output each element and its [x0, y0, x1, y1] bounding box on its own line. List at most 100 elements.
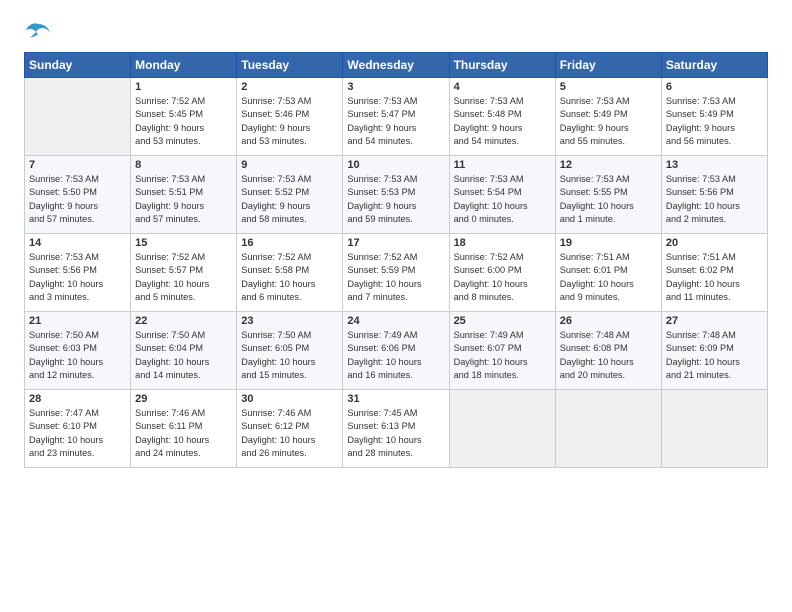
- calendar-cell: 7 Sunrise: 7:53 AMSunset: 5:50 PMDaylight…: [25, 156, 131, 234]
- calendar-cell: [555, 390, 661, 468]
- day-number: 4: [454, 81, 551, 93]
- day-info: Sunrise: 7:50 AMSunset: 6:03 PMDaylight:…: [29, 329, 126, 382]
- day-info: Sunrise: 7:51 AMSunset: 6:01 PMDaylight:…: [560, 251, 657, 304]
- day-number: 7: [29, 159, 126, 171]
- calendar-cell: 16 Sunrise: 7:52 AMSunset: 5:58 PMDayligh…: [237, 234, 343, 312]
- calendar-cell: 23 Sunrise: 7:50 AMSunset: 6:05 PMDayligh…: [237, 312, 343, 390]
- day-info: Sunrise: 7:48 AMSunset: 6:09 PMDaylight:…: [666, 329, 763, 382]
- day-number: 8: [135, 159, 232, 171]
- day-number: 24: [347, 315, 444, 327]
- header-day-tuesday: Tuesday: [237, 53, 343, 78]
- day-info: Sunrise: 7:49 AMSunset: 6:07 PMDaylight:…: [454, 329, 551, 382]
- calendar-cell: 5 Sunrise: 7:53 AMSunset: 5:49 PMDaylight…: [555, 78, 661, 156]
- calendar-cell: [25, 78, 131, 156]
- header-day-wednesday: Wednesday: [343, 53, 449, 78]
- day-info: Sunrise: 7:48 AMSunset: 6:08 PMDaylight:…: [560, 329, 657, 382]
- day-number: 29: [135, 393, 232, 405]
- calendar-cell: 9Sunrise: 7:53 AMSunset: 5:52 PMDaylight…: [237, 156, 343, 234]
- calendar-cell: 6Sunrise: 7:53 AMSunset: 5:49 PMDaylight…: [661, 78, 767, 156]
- calendar-header: SundayMondayTuesdayWednesdayThursdayFrid…: [25, 53, 768, 78]
- day-number: 14: [29, 237, 126, 249]
- calendar-cell: [449, 390, 555, 468]
- day-info: Sunrise: 7:53 AMSunset: 5:46 PMDaylight:…: [241, 95, 338, 148]
- header-day-sunday: Sunday: [25, 53, 131, 78]
- calendar-cell: 1 Sunrise: 7:52 AMSunset: 5:45 PMDaylight…: [131, 78, 237, 156]
- day-info: Sunrise: 7:52 AMSunset: 6:00 PMDaylight:…: [454, 251, 551, 304]
- logo: [24, 20, 56, 42]
- calendar-cell: 25 Sunrise: 7:49 AMSunset: 6:07 PMDayligh…: [449, 312, 555, 390]
- calendar-cell: 14 Sunrise: 7:53 AMSunset: 5:56 PMDayligh…: [25, 234, 131, 312]
- day-number: 13: [666, 159, 763, 171]
- day-number: 3: [347, 81, 444, 93]
- calendar-cell: 30 Sunrise: 7:46 AMSunset: 6:12 PMDayligh…: [237, 390, 343, 468]
- day-number: 2: [241, 81, 338, 93]
- logo-bird-icon: [24, 20, 52, 42]
- calendar-cell: 29 Sunrise: 7:46 AMSunset: 6:11 PMDayligh…: [131, 390, 237, 468]
- day-number: 26: [560, 315, 657, 327]
- day-number: 31: [347, 393, 444, 405]
- day-info: Sunrise: 7:53 AMSunset: 5:56 PMDaylight:…: [29, 251, 126, 304]
- calendar-table: SundayMondayTuesdayWednesdayThursdayFrid…: [24, 52, 768, 468]
- day-info: Sunrise: 7:53 AMSunset: 5:52 PMDaylight:…: [241, 173, 338, 226]
- day-info: Sunrise: 7:52 AMSunset: 5:57 PMDaylight:…: [135, 251, 232, 304]
- calendar-cell: 19Sunrise: 7:51 AMSunset: 6:01 PMDayligh…: [555, 234, 661, 312]
- calendar-cell: 3 Sunrise: 7:53 AMSunset: 5:47 PMDaylight…: [343, 78, 449, 156]
- week-row-2: 7 Sunrise: 7:53 AMSunset: 5:50 PMDaylight…: [25, 156, 768, 234]
- day-info: Sunrise: 7:51 AMSunset: 6:02 PMDaylight:…: [666, 251, 763, 304]
- day-info: Sunrise: 7:53 AMSunset: 5:49 PMDaylight:…: [666, 95, 763, 148]
- day-info: Sunrise: 7:47 AMSunset: 6:10 PMDaylight:…: [29, 407, 126, 460]
- day-number: 17: [347, 237, 444, 249]
- day-info: Sunrise: 7:46 AMSunset: 6:11 PMDaylight:…: [135, 407, 232, 460]
- calendar-cell: 12 Sunrise: 7:53 AMSunset: 5:55 PMDayligh…: [555, 156, 661, 234]
- calendar-cell: 8 Sunrise: 7:53 AMSunset: 5:51 PMDaylight…: [131, 156, 237, 234]
- day-number: 11: [454, 159, 551, 171]
- day-info: Sunrise: 7:52 AMSunset: 5:58 PMDaylight:…: [241, 251, 338, 304]
- week-row-4: 21Sunrise: 7:50 AMSunset: 6:03 PMDayligh…: [25, 312, 768, 390]
- calendar-page: SundayMondayTuesdayWednesdayThursdayFrid…: [0, 0, 792, 612]
- calendar-cell: 31 Sunrise: 7:45 AMSunset: 6:13 PMDayligh…: [343, 390, 449, 468]
- header-day-monday: Monday: [131, 53, 237, 78]
- day-number: 10: [347, 159, 444, 171]
- day-number: 5: [560, 81, 657, 93]
- day-info: Sunrise: 7:50 AMSunset: 6:04 PMDaylight:…: [135, 329, 232, 382]
- day-info: Sunrise: 7:53 AMSunset: 5:50 PMDaylight:…: [29, 173, 126, 226]
- calendar-cell: 18 Sunrise: 7:52 AMSunset: 6:00 PMDayligh…: [449, 234, 555, 312]
- day-info: Sunrise: 7:50 AMSunset: 6:05 PMDaylight:…: [241, 329, 338, 382]
- day-info: Sunrise: 7:53 AMSunset: 5:47 PMDaylight:…: [347, 95, 444, 148]
- day-number: 27: [666, 315, 763, 327]
- calendar-cell: 10 Sunrise: 7:53 AMSunset: 5:53 PMDayligh…: [343, 156, 449, 234]
- day-number: 25: [454, 315, 551, 327]
- calendar-cell: 15Sunrise: 7:52 AMSunset: 5:57 PMDayligh…: [131, 234, 237, 312]
- calendar-cell: [661, 390, 767, 468]
- day-number: 12: [560, 159, 657, 171]
- header-day-friday: Friday: [555, 53, 661, 78]
- week-row-5: 28Sunrise: 7:47 AMSunset: 6:10 PMDayligh…: [25, 390, 768, 468]
- calendar-cell: 22Sunrise: 7:50 AMSunset: 6:04 PMDayligh…: [131, 312, 237, 390]
- calendar-cell: 11 Sunrise: 7:53 AMSunset: 5:54 PMDayligh…: [449, 156, 555, 234]
- day-info: Sunrise: 7:49 AMSunset: 6:06 PMDaylight:…: [347, 329, 444, 382]
- calendar-cell: 4 Sunrise: 7:53 AMSunset: 5:48 PMDaylight…: [449, 78, 555, 156]
- day-number: 30: [241, 393, 338, 405]
- calendar-cell: 21Sunrise: 7:50 AMSunset: 6:03 PMDayligh…: [25, 312, 131, 390]
- day-number: 18: [454, 237, 551, 249]
- header: [24, 20, 768, 42]
- day-info: Sunrise: 7:52 AMSunset: 5:45 PMDaylight:…: [135, 95, 232, 148]
- header-day-thursday: Thursday: [449, 53, 555, 78]
- day-info: Sunrise: 7:53 AMSunset: 5:53 PMDaylight:…: [347, 173, 444, 226]
- day-info: Sunrise: 7:53 AMSunset: 5:56 PMDaylight:…: [666, 173, 763, 226]
- day-info: Sunrise: 7:53 AMSunset: 5:54 PMDaylight:…: [454, 173, 551, 226]
- day-info: Sunrise: 7:53 AMSunset: 5:49 PMDaylight:…: [560, 95, 657, 148]
- day-info: Sunrise: 7:46 AMSunset: 6:12 PMDaylight:…: [241, 407, 338, 460]
- day-info: Sunrise: 7:53 AMSunset: 5:48 PMDaylight:…: [454, 95, 551, 148]
- calendar-cell: 27 Sunrise: 7:48 AMSunset: 6:09 PMDayligh…: [661, 312, 767, 390]
- calendar-cell: 28Sunrise: 7:47 AMSunset: 6:10 PMDayligh…: [25, 390, 131, 468]
- header-day-saturday: Saturday: [661, 53, 767, 78]
- day-info: Sunrise: 7:53 AMSunset: 5:51 PMDaylight:…: [135, 173, 232, 226]
- day-info: Sunrise: 7:45 AMSunset: 6:13 PMDaylight:…: [347, 407, 444, 460]
- day-number: 23: [241, 315, 338, 327]
- calendar-cell: 2 Sunrise: 7:53 AMSunset: 5:46 PMDaylight…: [237, 78, 343, 156]
- day-info: Sunrise: 7:53 AMSunset: 5:55 PMDaylight:…: [560, 173, 657, 226]
- day-number: 16: [241, 237, 338, 249]
- day-number: 1: [135, 81, 232, 93]
- week-row-1: 1 Sunrise: 7:52 AMSunset: 5:45 PMDaylight…: [25, 78, 768, 156]
